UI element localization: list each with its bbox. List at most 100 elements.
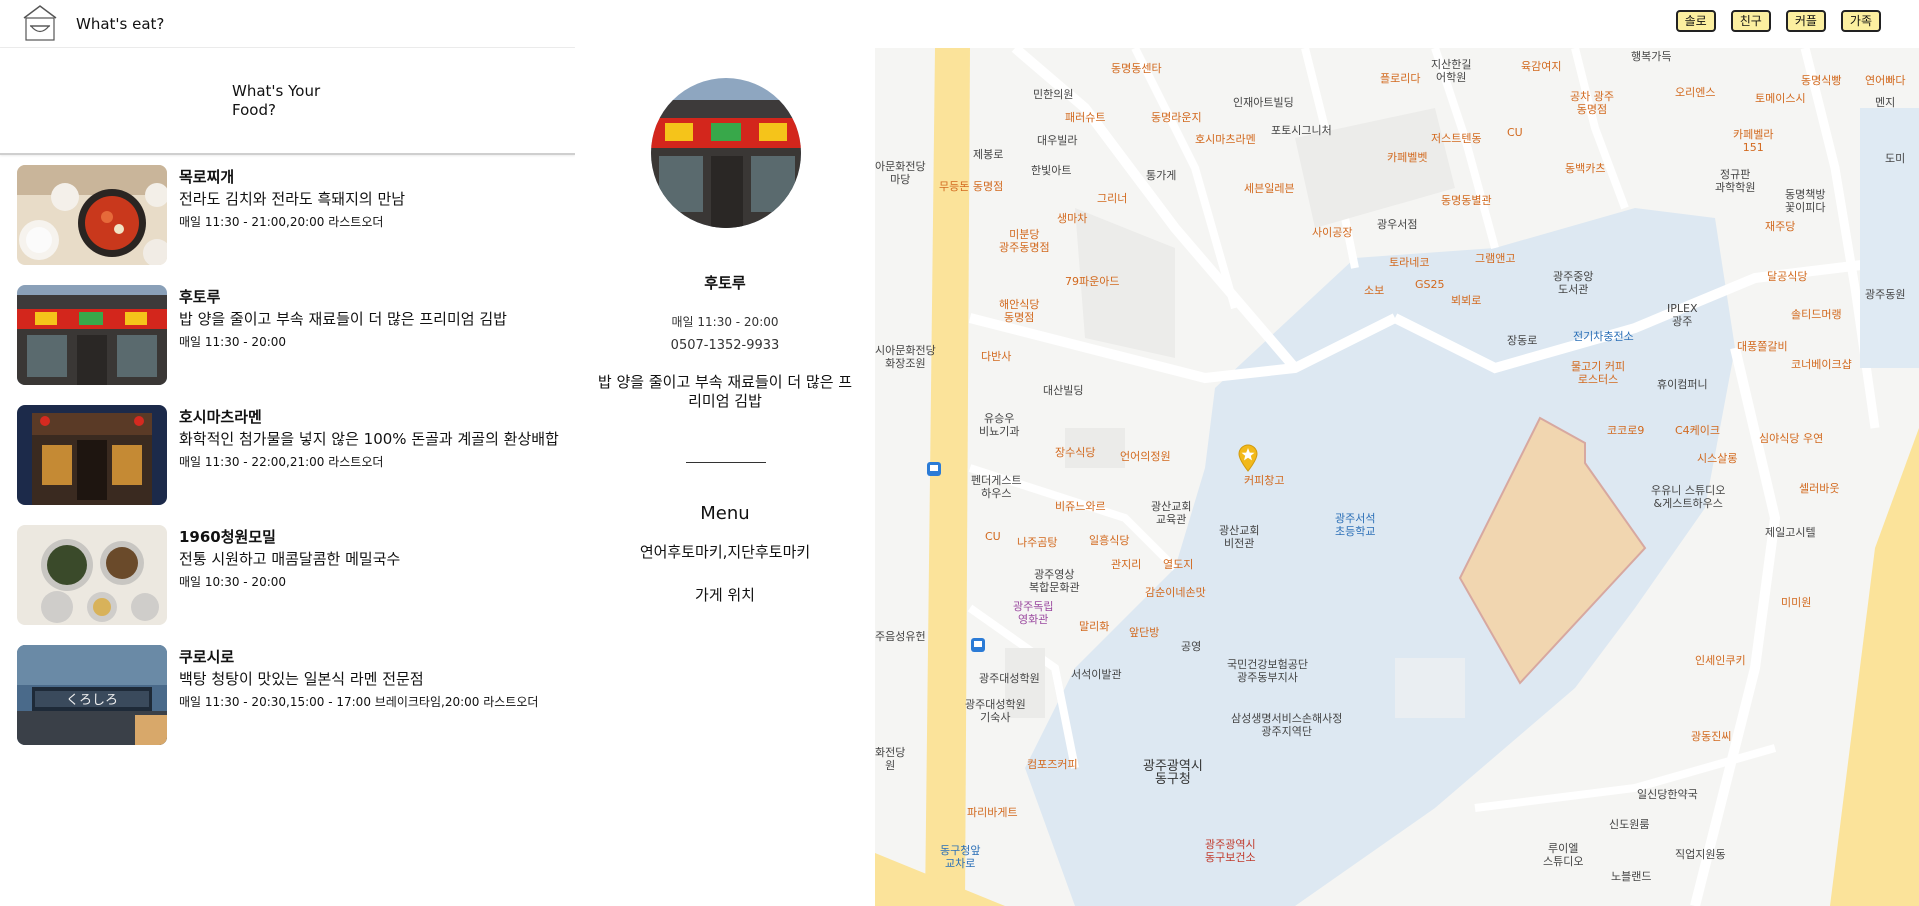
map-label: 토라네코 xyxy=(1389,256,1430,269)
bus-stop-icon[interactable] xyxy=(971,638,985,652)
restaurant-hours: 매일 10:30 - 20:00 xyxy=(179,575,287,589)
restaurant-photo: くろしろ xyxy=(17,645,167,745)
map-label: 광주대성학원 xyxy=(979,672,1040,685)
map-label: 코코로9 xyxy=(1607,424,1645,437)
store-location-link[interactable]: 가게 위치 xyxy=(575,584,875,605)
map-label: 해안식당 동명점 xyxy=(999,298,1040,324)
map-label: 일흥식당 xyxy=(1089,534,1130,547)
map-label: 광주광역시 동구청 xyxy=(1143,759,1203,787)
restaurant-photo xyxy=(17,405,167,505)
detail-photo xyxy=(651,78,801,228)
map-label: 생마차 xyxy=(1057,212,1088,225)
map-label: 재주당 xyxy=(1765,220,1796,233)
map-label: 포토시그니처 xyxy=(1271,124,1332,137)
map-label: 도미 xyxy=(1885,152,1906,165)
map-label: 앞단방 xyxy=(1129,626,1160,639)
map-label: 광주독립 영화관 xyxy=(1013,600,1054,626)
restaurant-list-item[interactable]: くろしろ 쿠로시로 백탕 청탕이 맛있는 일본식 라멘 전문점 매일 11:30… xyxy=(0,644,575,764)
detail-hours: 매일 11:30 - 20:00 xyxy=(671,315,779,329)
star-pin-icon[interactable] xyxy=(1237,444,1259,472)
map-label: 화전당 원 xyxy=(875,746,906,772)
map-label: 나주곰탕 xyxy=(1017,536,1058,549)
category-friends-button[interactable]: 친구 xyxy=(1730,10,1771,32)
map-label: 동구청앞 교차로 xyxy=(940,844,981,870)
app-title[interactable]: What's eat? xyxy=(76,15,164,33)
map-label: 장수식당 xyxy=(1055,446,1096,459)
restaurant-desc: 화학적인 첨가물을 넣지 않은 100% 돈골과 계골의 환상배합 xyxy=(179,430,559,448)
map-label: 광동진씨 xyxy=(1691,730,1732,743)
map-label: 달공식당 xyxy=(1767,270,1808,283)
map-label: 관지리 xyxy=(1111,558,1142,571)
map-label: 동명책방 꽃이피다 xyxy=(1785,188,1826,214)
map-label: 비쥬느와르 xyxy=(1055,500,1106,513)
restaurant-desc: 밥 양을 줄이고 부속 재료들이 더 많은 프리미엄 김밥 xyxy=(179,310,507,328)
category-couple-button[interactable]: 커플 xyxy=(1785,10,1826,32)
map-label: 시아문화전당 화장조원 xyxy=(875,344,936,370)
map-label: 인재아트빌딩 xyxy=(1233,96,1294,109)
map-label: 한빛아트 xyxy=(1031,164,1072,177)
map-label: 펜더게스트 하우스 xyxy=(971,474,1022,500)
map-label: 사이공장 xyxy=(1312,226,1353,239)
map-label: 그리너 xyxy=(1097,192,1128,205)
restaurant-list: 목로찌개 전라도 김치와 전라도 흑돼지의 만남 매일 11:30 - 21:0… xyxy=(0,164,575,764)
map-label: 뵈뵈로 xyxy=(1451,294,1482,307)
map-label: 전기차충전소 xyxy=(1573,330,1634,343)
map-label: 대풍쫄갈비 xyxy=(1737,340,1788,353)
map-label: 커피창고 xyxy=(1244,474,1285,487)
map-label: 컴포즈커피 xyxy=(1027,758,1078,771)
detail-divider xyxy=(686,462,766,463)
map-label: 서석이발관 xyxy=(1071,668,1122,681)
map-label: 장동로 xyxy=(1507,334,1538,347)
restaurant-hours: 매일 11:30 - 20:00 xyxy=(179,335,287,349)
restaurant-name: 목로찌개 xyxy=(179,168,235,186)
map-label: 주음성유헌 xyxy=(875,630,926,643)
map-label: 일신당한약국 xyxy=(1637,788,1698,801)
category-family-button[interactable]: 가족 xyxy=(1840,10,1881,32)
category-solo-button[interactable]: 솔로 xyxy=(1675,10,1716,32)
map-label: 광주서석 초등학교 xyxy=(1335,512,1376,538)
map-label: IPLEX 광주 xyxy=(1667,302,1698,328)
map-label: 코너베이크샵 xyxy=(1791,358,1852,371)
app-header: What's eat? 솔로 친구 커플 가족 xyxy=(0,0,1919,48)
restaurant-list-item[interactable]: 목로찌개 전라도 김치와 전라도 흑돼지의 만남 매일 11:30 - 21:0… xyxy=(0,164,575,284)
map-label: 노블랜드 xyxy=(1611,870,1652,883)
map-view[interactable]: 민한의원 대우빌라 한빛아트 동명동센타 패러슈트 동명라운지 인재아트빌딩 포… xyxy=(875,48,1919,906)
map-label: GS25 xyxy=(1415,278,1445,291)
map-label: 지산한길 어학원 xyxy=(1431,58,1472,84)
map-label: 민한의원 xyxy=(1033,88,1074,101)
map-label: 광주영상 복합문화관 xyxy=(1029,568,1080,594)
detail-desc: 밥 양을 줄이고 부속 재료들이 더 많은 프리미엄 김밥 xyxy=(597,373,853,410)
map-label: 호시마츠라멘 xyxy=(1195,133,1256,146)
map-label: 동백카츠 xyxy=(1565,162,1606,175)
map-label: 심야식당 우연 xyxy=(1759,432,1824,445)
map-label: 행복가득 xyxy=(1631,50,1672,63)
map-label: 솔티드머랭 xyxy=(1791,308,1842,321)
map-label: 말리화 xyxy=(1079,620,1110,633)
map-label: 아문화전당 마당 xyxy=(875,160,926,186)
map-label: 멘지 xyxy=(1875,96,1896,109)
map-label: 신도원룸 xyxy=(1609,818,1650,831)
menu-items: 연어후토마키,지단후토마키 xyxy=(639,543,811,561)
bowl-logo-icon[interactable] xyxy=(20,4,60,42)
map-label: 광산교회 비전관 xyxy=(1219,524,1260,550)
map-label: 파리바게트 xyxy=(967,806,1018,819)
restaurant-desc: 전라도 김치와 전라도 흑돼지의 만남 xyxy=(179,190,406,208)
map-label: 시스살롱 xyxy=(1697,452,1738,465)
restaurant-name: 1960청원모밀 xyxy=(179,528,276,546)
map-label: 통가게 xyxy=(1146,169,1177,182)
map-label: 광주대성학원 기숙사 xyxy=(965,698,1026,724)
restaurant-photo xyxy=(17,165,167,265)
restaurant-list-item[interactable]: 호시마츠라멘 화학적인 첨가물을 넣지 않은 100% 돈골과 계골의 환상배합… xyxy=(0,404,575,524)
map-label: 미분당 광주동명점 xyxy=(999,228,1050,254)
map-label: 언어의정원 xyxy=(1120,450,1171,463)
map-label: 플로리다 xyxy=(1380,72,1421,85)
detail-name: 후토루 xyxy=(704,274,746,292)
map-label: 소보 xyxy=(1364,284,1385,297)
svg-text:くろしろ: くろしろ xyxy=(66,693,118,708)
bus-stop-icon[interactable] xyxy=(927,462,941,476)
restaurant-list-item[interactable]: 1960청원모밀 전통 시원하고 매콤달콤한 메밀국수 매일 10:30 - 2… xyxy=(0,524,575,644)
map-label: 동명동별관 xyxy=(1441,194,1492,207)
map-label: 세븐일레븐 xyxy=(1244,182,1295,195)
restaurant-list-item[interactable]: 후토루 밥 양을 줄이고 부속 재료들이 더 많은 프리미엄 김밥 매일 11:… xyxy=(0,284,575,404)
map-label: 열도지 xyxy=(1163,558,1194,571)
